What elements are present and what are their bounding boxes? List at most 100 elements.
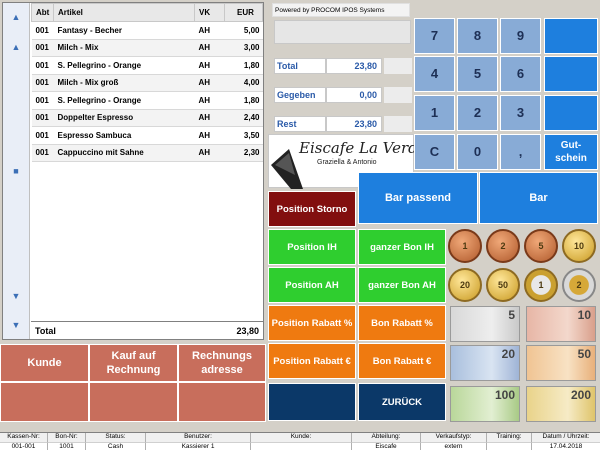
empty-left-button-1[interactable] bbox=[0, 382, 89, 422]
cell-artikel: Fantasy - Becher bbox=[53, 21, 195, 40]
numpad-8[interactable]: 8 bbox=[457, 18, 498, 54]
scroll-up-icon[interactable]: ▲ bbox=[7, 39, 25, 55]
rest-label: Rest bbox=[274, 116, 326, 132]
note-100-euro-button[interactable]: 100 bbox=[450, 386, 520, 422]
cell-artikel: S. Pellegrino - Orange bbox=[53, 91, 195, 110]
rechnungs-adresse-button[interactable]: Rechnungs adresse bbox=[178, 344, 266, 382]
zurueck-button[interactable]: ZURÜCK bbox=[358, 383, 446, 421]
blank-blue-button-2[interactable] bbox=[544, 56, 598, 92]
scroll-bottom-icon[interactable]: ▼ bbox=[7, 317, 25, 333]
coin-5-cent-button[interactable]: 5 bbox=[524, 229, 558, 263]
cell-artikel: Espresso Sambuca bbox=[53, 126, 195, 145]
kauf-auf-rechnung-button[interactable]: Kauf auf Rechnung bbox=[89, 344, 178, 382]
numpad-9[interactable]: 9 bbox=[500, 18, 541, 54]
coin-2-cent-button[interactable]: 2 bbox=[486, 229, 520, 263]
bar-button[interactable]: Bar bbox=[479, 172, 598, 224]
numpad-1[interactable]: 1 bbox=[414, 95, 455, 131]
empty-left-button-2[interactable] bbox=[89, 382, 178, 422]
coin-20-cent-button[interactable]: 20 bbox=[448, 268, 482, 302]
receipt-panel: ▲ ▲ ■ ▼ ▼ Abt Artikel VK EUR 001 Fantasy … bbox=[2, 2, 264, 340]
total-value: 23,80 bbox=[326, 58, 382, 74]
cell-artikel: Cappuccino mit Sahne bbox=[53, 144, 195, 162]
numpad-0[interactable]: 0 bbox=[457, 134, 498, 170]
note-20-euro-button[interactable]: 20 bbox=[450, 345, 520, 381]
empty-navy-button[interactable] bbox=[268, 383, 356, 421]
cell-vk: AH bbox=[194, 74, 225, 92]
numpad-clear[interactable]: C bbox=[414, 134, 455, 170]
cell-eur: 3,00 bbox=[224, 39, 263, 57]
table-row[interactable]: 001 Espresso Sambuca AH 3,50 bbox=[31, 126, 263, 145]
position-ih-button[interactable]: Position IH bbox=[268, 229, 356, 265]
table-row[interactable]: 001 Milch - Mix AH 3,00 bbox=[31, 39, 263, 57]
kunde-button[interactable]: Kunde bbox=[0, 344, 89, 382]
note-10-euro-button[interactable]: 10 bbox=[526, 306, 596, 342]
numpad-2[interactable]: 2 bbox=[457, 95, 498, 131]
receipt-items-table: Abt Artikel VK EUR 001 Fantasy - Becher AH… bbox=[31, 3, 263, 162]
col-header-eur: EUR bbox=[224, 3, 263, 22]
receipt-total-row: Total 23,80 bbox=[31, 321, 263, 339]
cell-eur: 3,50 bbox=[224, 126, 263, 145]
status-training bbox=[487, 442, 532, 450]
table-row[interactable]: 001 Milch - Mix groß AH 4,00 bbox=[31, 74, 263, 92]
bon-rabatt-euro-button[interactable]: Bon Rabatt € bbox=[358, 343, 446, 379]
position-rabatt-euro-button[interactable]: Position Rabatt € bbox=[268, 343, 356, 379]
table-row[interactable]: 001 Cappuccino mit Sahne AH 2,30 bbox=[31, 144, 263, 162]
cell-artikel: Milch - Mix groß bbox=[53, 74, 195, 92]
numpad-6[interactable]: 6 bbox=[500, 56, 541, 92]
numpad-4[interactable]: 4 bbox=[414, 56, 455, 92]
gutschein-button[interactable]: Gut- schein bbox=[544, 134, 598, 170]
blank-blue-button-3[interactable] bbox=[544, 95, 598, 131]
ganzer-bon-ih-button[interactable]: ganzer Bon IH bbox=[358, 229, 446, 265]
bon-rabatt-percent-button[interactable]: Bon Rabatt % bbox=[358, 305, 446, 341]
receipt-scroll-column: ▲ ▲ ■ ▼ ▼ bbox=[3, 3, 30, 339]
table-row[interactable]: 001 S. Pellegrino - Orange AH 1,80 bbox=[31, 91, 263, 110]
position-rabatt-percent-button[interactable]: Position Rabatt % bbox=[268, 305, 356, 341]
cell-abt: 001 bbox=[31, 39, 54, 57]
status-abteilung-label: Abteilung: bbox=[352, 433, 421, 442]
table-row[interactable]: 001 S. Pellegrino - Orange AH 1,80 bbox=[31, 56, 263, 75]
receipt-total-value: 23,80 bbox=[236, 326, 259, 336]
scroll-top-icon[interactable]: ▲ bbox=[7, 9, 25, 25]
scroll-down-icon[interactable]: ▼ bbox=[7, 288, 25, 304]
status-benutzer-label: Benutzer: bbox=[146, 433, 251, 442]
status-datum-label: Datum / Uhrzeit: bbox=[542, 433, 590, 440]
blank-blue-button-1[interactable] bbox=[544, 18, 598, 54]
bar-passend-button[interactable]: Bar passend bbox=[358, 172, 478, 224]
status-datum: 17.04.2018 bbox=[532, 442, 600, 450]
empty-left-button-3[interactable] bbox=[178, 382, 266, 422]
cell-abt: 001 bbox=[31, 144, 54, 162]
logo-name: Eiscafe La Verde bbox=[299, 139, 427, 157]
numpad-7[interactable]: 7 bbox=[414, 18, 455, 54]
cell-vk: AH bbox=[194, 91, 225, 110]
coin-1-cent-button[interactable]: 1 bbox=[448, 229, 482, 263]
col-header-artikel: Artikel bbox=[53, 3, 195, 22]
scroll-position-icon[interactable]: ■ bbox=[7, 163, 25, 179]
total-label: Total bbox=[274, 58, 326, 74]
numpad-5[interactable]: 5 bbox=[457, 56, 498, 92]
ganzer-bon-ah-button[interactable]: ganzer Bon AH bbox=[358, 267, 446, 303]
cell-artikel: Doppelter Espresso bbox=[53, 109, 195, 127]
receipt-header-row: Abt Artikel VK EUR bbox=[31, 3, 263, 22]
cell-vk: AH bbox=[194, 126, 225, 145]
note-200-euro-button[interactable]: 200 bbox=[526, 386, 596, 422]
coin-2-euro-button[interactable]: 2 bbox=[562, 268, 596, 302]
note-5-euro-button[interactable]: 5 bbox=[450, 306, 520, 342]
table-row[interactable]: 001 Doppelter Espresso AH 2,40 bbox=[31, 109, 263, 127]
cell-eur: 5,00 bbox=[224, 21, 263, 40]
numpad-comma[interactable]: , bbox=[500, 134, 541, 170]
status-bon-nr: 1001 bbox=[48, 442, 86, 450]
cell-eur: 1,80 bbox=[224, 56, 263, 75]
coin-50-cent-button[interactable]: 50 bbox=[486, 268, 520, 302]
position-ah-button[interactable]: Position AH bbox=[268, 267, 356, 303]
col-header-vk: VK bbox=[194, 3, 225, 22]
note-50-euro-button[interactable]: 50 bbox=[526, 345, 596, 381]
coin-1-euro-button[interactable]: 1 bbox=[524, 268, 558, 302]
status-training-label: Training: bbox=[487, 433, 532, 442]
cell-abt: 001 bbox=[31, 126, 54, 145]
numpad-3[interactable]: 3 bbox=[500, 95, 541, 131]
coin-10-cent-button[interactable]: 10 bbox=[562, 229, 596, 263]
position-storno-button[interactable]: Position Storno bbox=[268, 191, 356, 227]
total-spacer bbox=[384, 58, 412, 74]
col-header-abt: Abt bbox=[31, 3, 54, 22]
table-row[interactable]: 001 Fantasy - Becher AH 5,00 bbox=[31, 21, 263, 40]
